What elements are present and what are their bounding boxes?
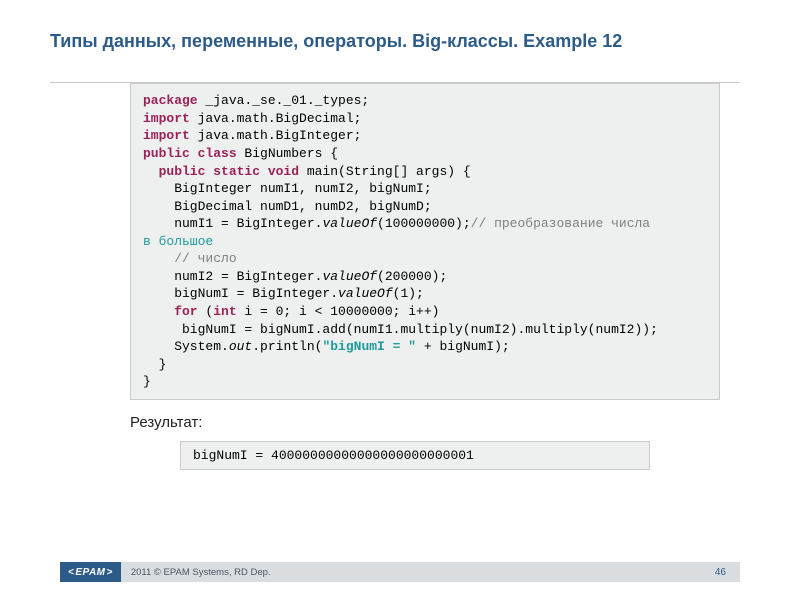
result-label: Результат:: [130, 414, 750, 431]
page-number: 46: [680, 562, 740, 582]
logo: EPAM: [60, 562, 121, 582]
comment: // число: [143, 251, 237, 266]
string-literal: "bigNumI = ": [322, 339, 416, 354]
code-block: package _java._se._01._types; import jav…: [130, 83, 720, 399]
footer: EPAM 2011 © EPAM Systems, RD Dep. 46: [0, 562, 800, 582]
slide: Типы данных, переменные, операторы. Big-…: [0, 0, 800, 600]
result-output: bigNumI = 40000000000000000000000001: [180, 441, 650, 470]
comment: // преобразование числа: [471, 216, 650, 231]
keyword: public class: [143, 146, 237, 161]
keyword: public static void: [143, 164, 299, 179]
keyword: int: [213, 304, 236, 319]
divider: [50, 82, 740, 83]
slide-title: Типы данных, переменные, операторы. Big-…: [50, 30, 750, 53]
keyword: import: [143, 128, 190, 143]
keyword: for: [143, 304, 198, 319]
keyword: import: [143, 111, 190, 126]
keyword: package: [143, 93, 198, 108]
copyright: 2011 © EPAM Systems, RD Dep.: [121, 562, 680, 582]
